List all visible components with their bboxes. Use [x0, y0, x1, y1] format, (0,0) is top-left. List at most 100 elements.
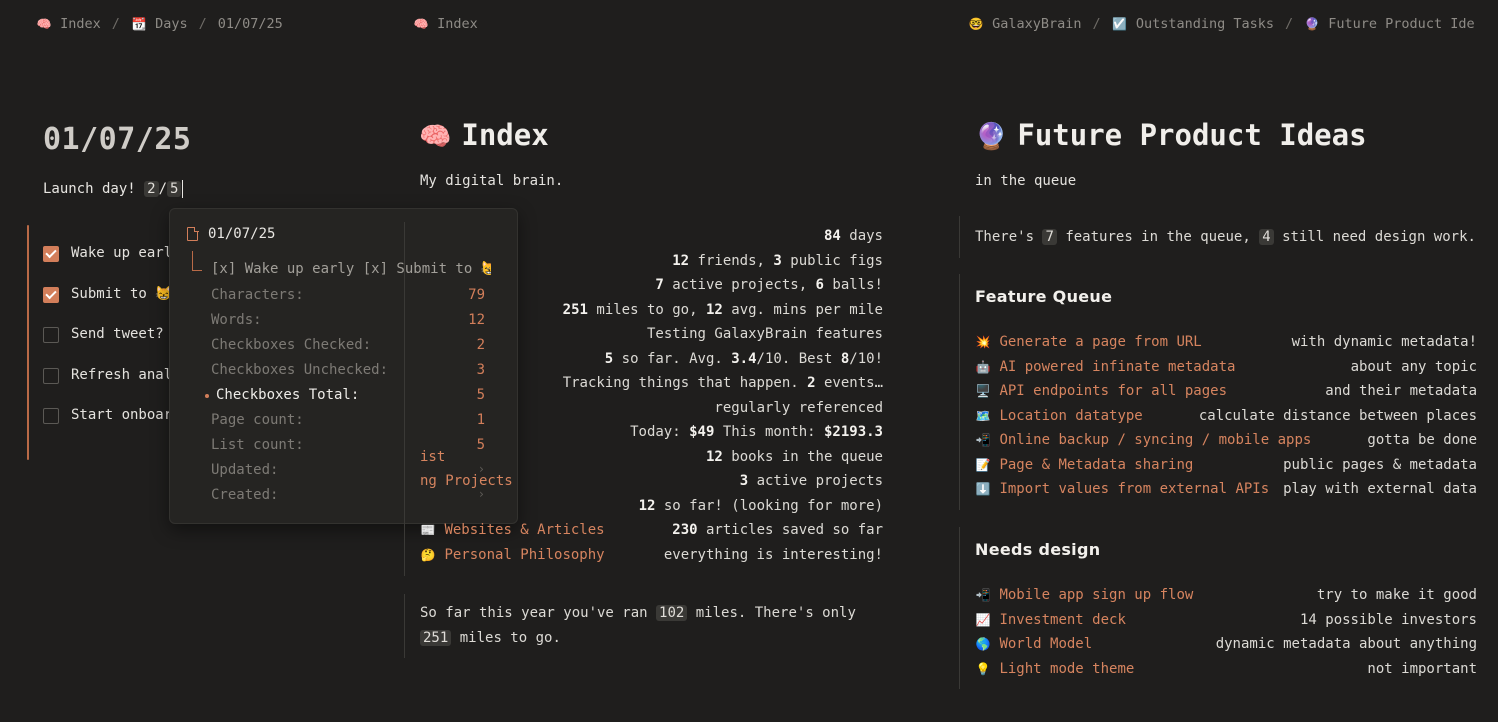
list-item-description: gotta be done: [1367, 432, 1477, 448]
list-item: 📈 Investment deck 14 possible investors: [975, 612, 1477, 637]
popup-header[interactable]: 01/07/25: [187, 226, 275, 242]
list-item-icon: 🤔: [420, 547, 436, 562]
crystal-ball-icon: 🔮: [975, 122, 1008, 152]
list-item-description: and their metadata: [1325, 383, 1477, 399]
popup-stat-label: Checkboxes Unchecked:: [211, 362, 389, 378]
list-item: 🤔 Personal Philosophy everything is inter…: [420, 547, 883, 572]
queue-block-border: [959, 274, 960, 510]
list-item-left: 📝 Page & Metadata sharing: [975, 457, 1194, 482]
page-link[interactable]: Generate a page from URL: [999, 334, 1201, 350]
miles-to-go-badge: 251: [420, 629, 452, 646]
index-list: 84 days 12 friends, 3 public figs 7 active…: [420, 228, 883, 571]
todo-checkbox[interactable]: [43, 286, 59, 303]
document-icon: [187, 226, 199, 241]
popup-stat-label: Checkboxes Total:: [216, 387, 360, 403]
breadcrumb-item[interactable]: 🧠 Index: [413, 16, 478, 32]
todo-label: Start onboarding: [71, 407, 173, 423]
page-link[interactable]: ng Projects: [420, 473, 513, 489]
feature-queue-heading: Feature Queue: [975, 287, 1113, 306]
list-item-icon: 📰: [420, 523, 436, 537]
todo-checkbox[interactable]: [43, 367, 59, 384]
page-link[interactable]: Personal Philosophy: [444, 547, 604, 563]
todo-item: Refresh analytics: [43, 367, 173, 408]
page-link[interactable]: Import values from external APIs: [999, 481, 1269, 497]
index-title: 🧠 Index: [419, 118, 549, 152]
breadcrumb-icon: 📆: [131, 17, 147, 31]
list-item: ist 12 books in the queue: [420, 449, 883, 474]
popup-stat-label: List count:: [211, 437, 304, 453]
list-item-description: 12 so far! (looking for more): [638, 497, 883, 514]
list-item-icon: 💡: [975, 661, 991, 676]
list-item-description: 230 articles saved so far: [672, 522, 883, 538]
breadcrumb-item[interactable]: 🔮 Future Product Ideas: [1304, 16, 1474, 32]
page-link[interactable]: Page & Metadata sharing: [999, 457, 1193, 473]
page-link[interactable]: Location datatype: [999, 408, 1142, 424]
breadcrumb-separator: /: [111, 16, 120, 32]
page-link[interactable]: Mobile app sign up flow: [999, 587, 1193, 603]
breadcrumb-separator: /: [1285, 16, 1294, 32]
tree-connector: [192, 251, 202, 271]
page-link[interactable]: Investment deck: [999, 612, 1125, 628]
list-item: 12 friends, 3 public figs: [420, 253, 883, 278]
count-slash: /: [158, 181, 168, 197]
list-item-left: 🗺️ Location datatype: [975, 408, 1143, 433]
list-item-description: Today: $49 This month: $2193.3: [630, 424, 883, 440]
list-item-description: with dynamic metadata!: [1291, 334, 1477, 350]
todo-item: Send tweet?: [43, 326, 173, 367]
brain-icon: 🧠: [419, 122, 452, 152]
future-title-text: Future Product Ideas: [1017, 118, 1367, 152]
future-title: 🔮 Future Product Ideas: [975, 118, 1367, 152]
todo-list: Wake up early Submit to 😸 Send tweet? Refre…: [43, 245, 173, 448]
page-link[interactable]: World Model: [999, 636, 1092, 652]
page-link[interactable]: Online backup / syncing / mobile apps: [999, 432, 1311, 448]
list-item-description: 5 so far. Avg. 3.4/10. Best 8/10!: [604, 350, 883, 367]
breadcrumb-icon: ☑️: [1112, 17, 1128, 31]
popup-stat-label: Created:: [211, 487, 279, 503]
popup-stat-label: Words:: [211, 312, 262, 328]
breadcrumb-item[interactable]: 📆 Days: [131, 16, 187, 32]
list-item-left: 💥 Generate a page from URL: [975, 334, 1202, 359]
todo-checkbox[interactable]: [43, 327, 59, 343]
list-item-icon: ⬇️: [975, 482, 991, 496]
list-item: 251 miles to go, 12 avg. mins per mile: [420, 302, 883, 327]
todo-checkbox[interactable]: [43, 246, 59, 262]
runs-text-pre: So far this year you've ran: [420, 605, 648, 621]
launch-line[interactable]: Launch day! 2/5: [43, 180, 184, 198]
list-item: ⬇️ Import values from external APIs play …: [975, 481, 1477, 506]
popup-stat-label: Page count:: [211, 412, 304, 428]
list-item: Tracking things that happen. 2 events…: [420, 375, 883, 400]
list-item-icon: 🤖: [975, 359, 991, 374]
page-link[interactable]: AI powered infinate metadata: [999, 359, 1235, 375]
popup-stat-label: Checkboxes Checked:: [211, 337, 372, 353]
list-item-left: 💡 Light mode theme: [975, 661, 1135, 686]
breadcrumb-item[interactable]: ☑️ Outstanding Tasks: [1112, 16, 1274, 32]
list-item: 💡 Light mode theme not important: [975, 661, 1477, 686]
list-item-left: 🖥️ API endpoints for all pages: [975, 383, 1228, 408]
page-link[interactable]: Light mode theme: [999, 661, 1134, 677]
page-link[interactable]: Websites & Articles: [444, 522, 604, 538]
list-item-description: dynamic metadata about anything: [1215, 636, 1477, 652]
list-item-description: try to make it good: [1316, 587, 1477, 603]
todo-label: Submit to 😸: [71, 285, 173, 302]
page-link[interactable]: ist: [420, 449, 445, 465]
breadcrumb-item[interactable]: 🤓 GalaxyBrain: [968, 16, 1082, 32]
design-count-badge: 4: [1259, 229, 1274, 245]
todo-checkbox[interactable]: [43, 408, 59, 424]
breadcrumb-label: Index: [437, 16, 478, 32]
breadcrumb-item[interactable]: 01/07/25: [218, 16, 283, 32]
miles-ran-badge: 102: [656, 605, 688, 621]
list-item-icon: 📝: [975, 457, 991, 472]
list-item: 🖥️ API endpoints for all pages and their …: [975, 383, 1477, 408]
page-title: 01/07/25: [43, 122, 192, 157]
breadcrumb-item[interactable]: 🧠 Index: [36, 16, 101, 32]
queue-callout-border: [959, 216, 960, 258]
list-item: 📰 Websites & Articles 230 articles saved …: [420, 522, 883, 547]
list-item: regularly referenced: [420, 400, 883, 425]
list-item-icon: 🌎: [975, 637, 991, 651]
page-link[interactable]: API endpoints for all pages: [999, 383, 1227, 399]
list-item-description: 14 possible investors: [1299, 611, 1477, 628]
list-item-description: 3 active projects: [739, 473, 883, 489]
breadcrumb-icon: 🧠: [413, 17, 429, 31]
list-item-description: 251 miles to go, 12 avg. mins per mile: [562, 301, 883, 318]
breadcrumb-middle: 🧠 Index: [413, 16, 478, 32]
